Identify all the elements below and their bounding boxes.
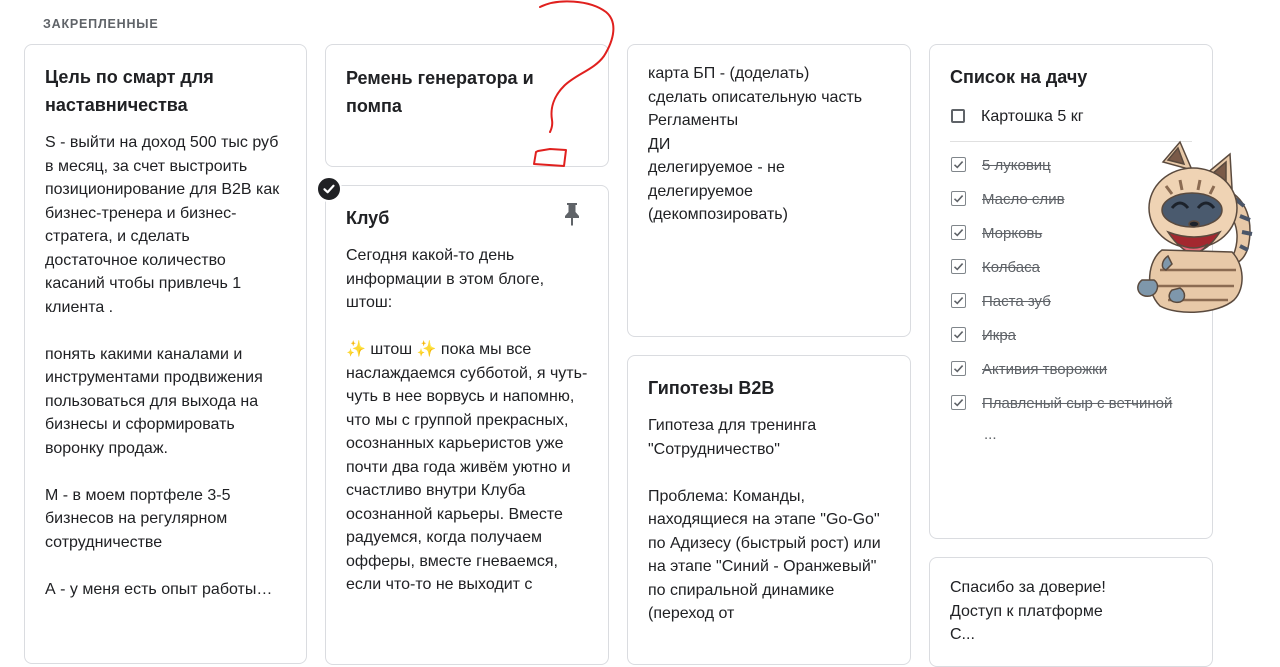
checklist-item-text: Активия творожки bbox=[982, 360, 1108, 378]
checklist-item-unchecked[interactable]: Картошка 5 кг bbox=[950, 105, 1192, 129]
laughing-cat-sticker-icon bbox=[1137, 140, 1253, 313]
note-card-bp-map[interactable]: карта БП - (доделать) сделать описательн… bbox=[627, 44, 911, 337]
checklist-item-text: Масло слив bbox=[982, 190, 1065, 208]
checkbox-checked-icon[interactable] bbox=[951, 326, 966, 342]
checkbox-checked-icon[interactable] bbox=[951, 394, 966, 410]
checklist-item-text: Картошка 5 кг bbox=[981, 108, 1084, 125]
note-title: Цель по смарт для наставничества bbox=[45, 67, 214, 115]
pin-icon[interactable] bbox=[562, 201, 582, 227]
note-title: Гипотезы B2B bbox=[648, 378, 775, 398]
checkbox-checked-icon[interactable] bbox=[951, 292, 966, 308]
note-body: S - выйти на доход 500 тыс руб в месяц, … bbox=[45, 134, 280, 598]
note-body: Спасибо за доверие! Доступ к платформе С… bbox=[950, 579, 1106, 643]
checkbox-checked-icon[interactable] bbox=[951, 360, 966, 376]
checkbox-checked-icon[interactable] bbox=[951, 224, 966, 240]
checklist-item-checked[interactable]: Плавленый сыр с ветчиной bbox=[950, 392, 1192, 416]
checklist-item-checked[interactable]: Икра bbox=[950, 324, 1192, 348]
note-card-thanks[interactable]: Спасибо за доверие! Доступ к платформе С… bbox=[929, 557, 1213, 667]
checklist-item-text: Икра bbox=[982, 326, 1017, 344]
pinned-section-label: ЗАКРЕПЛЕННЫЕ bbox=[43, 17, 159, 31]
more-items-indicator: ... bbox=[984, 425, 997, 443]
checklist-item-text: Колбаса bbox=[982, 258, 1040, 276]
checkbox-checked-icon[interactable] bbox=[951, 156, 966, 172]
note-card-b2b-hypotheses[interactable]: Гипотезы B2B Гипотеза для тренинга "Сотр… bbox=[627, 355, 911, 665]
select-note-check-icon[interactable] bbox=[316, 176, 342, 202]
note-card-smart-goal[interactable]: Цель по смарт для наставничества S - вый… bbox=[24, 44, 307, 664]
note-title: Список на дачу bbox=[950, 67, 1088, 87]
checklist-item-text: Плавленый сыр с ветчиной bbox=[982, 394, 1173, 412]
checkbox-icon[interactable] bbox=[951, 109, 965, 123]
checklist-item-checked[interactable]: Активия творожки bbox=[950, 358, 1192, 382]
note-title: Клуб bbox=[346, 208, 390, 228]
checklist-item-text: 5 луковиц bbox=[982, 156, 1051, 174]
note-body: Сегодня какой-то день информации в этом … bbox=[346, 247, 588, 593]
red-question-mark-drawing bbox=[533, 0, 615, 167]
checklist-item-text: Паста зуб bbox=[982, 292, 1051, 310]
checkbox-checked-icon[interactable] bbox=[951, 190, 966, 206]
note-body: Гипотеза для тренинга "Сотрудничество" П… bbox=[648, 417, 881, 622]
note-card-club[interactable]: Клуб Сегодня какой-то день информации в … bbox=[325, 185, 609, 665]
checklist-item-text: Морковь bbox=[982, 224, 1043, 242]
note-body: карта БП - (доделать) сделать описательн… bbox=[648, 65, 863, 223]
checkbox-checked-icon[interactable] bbox=[951, 258, 966, 274]
